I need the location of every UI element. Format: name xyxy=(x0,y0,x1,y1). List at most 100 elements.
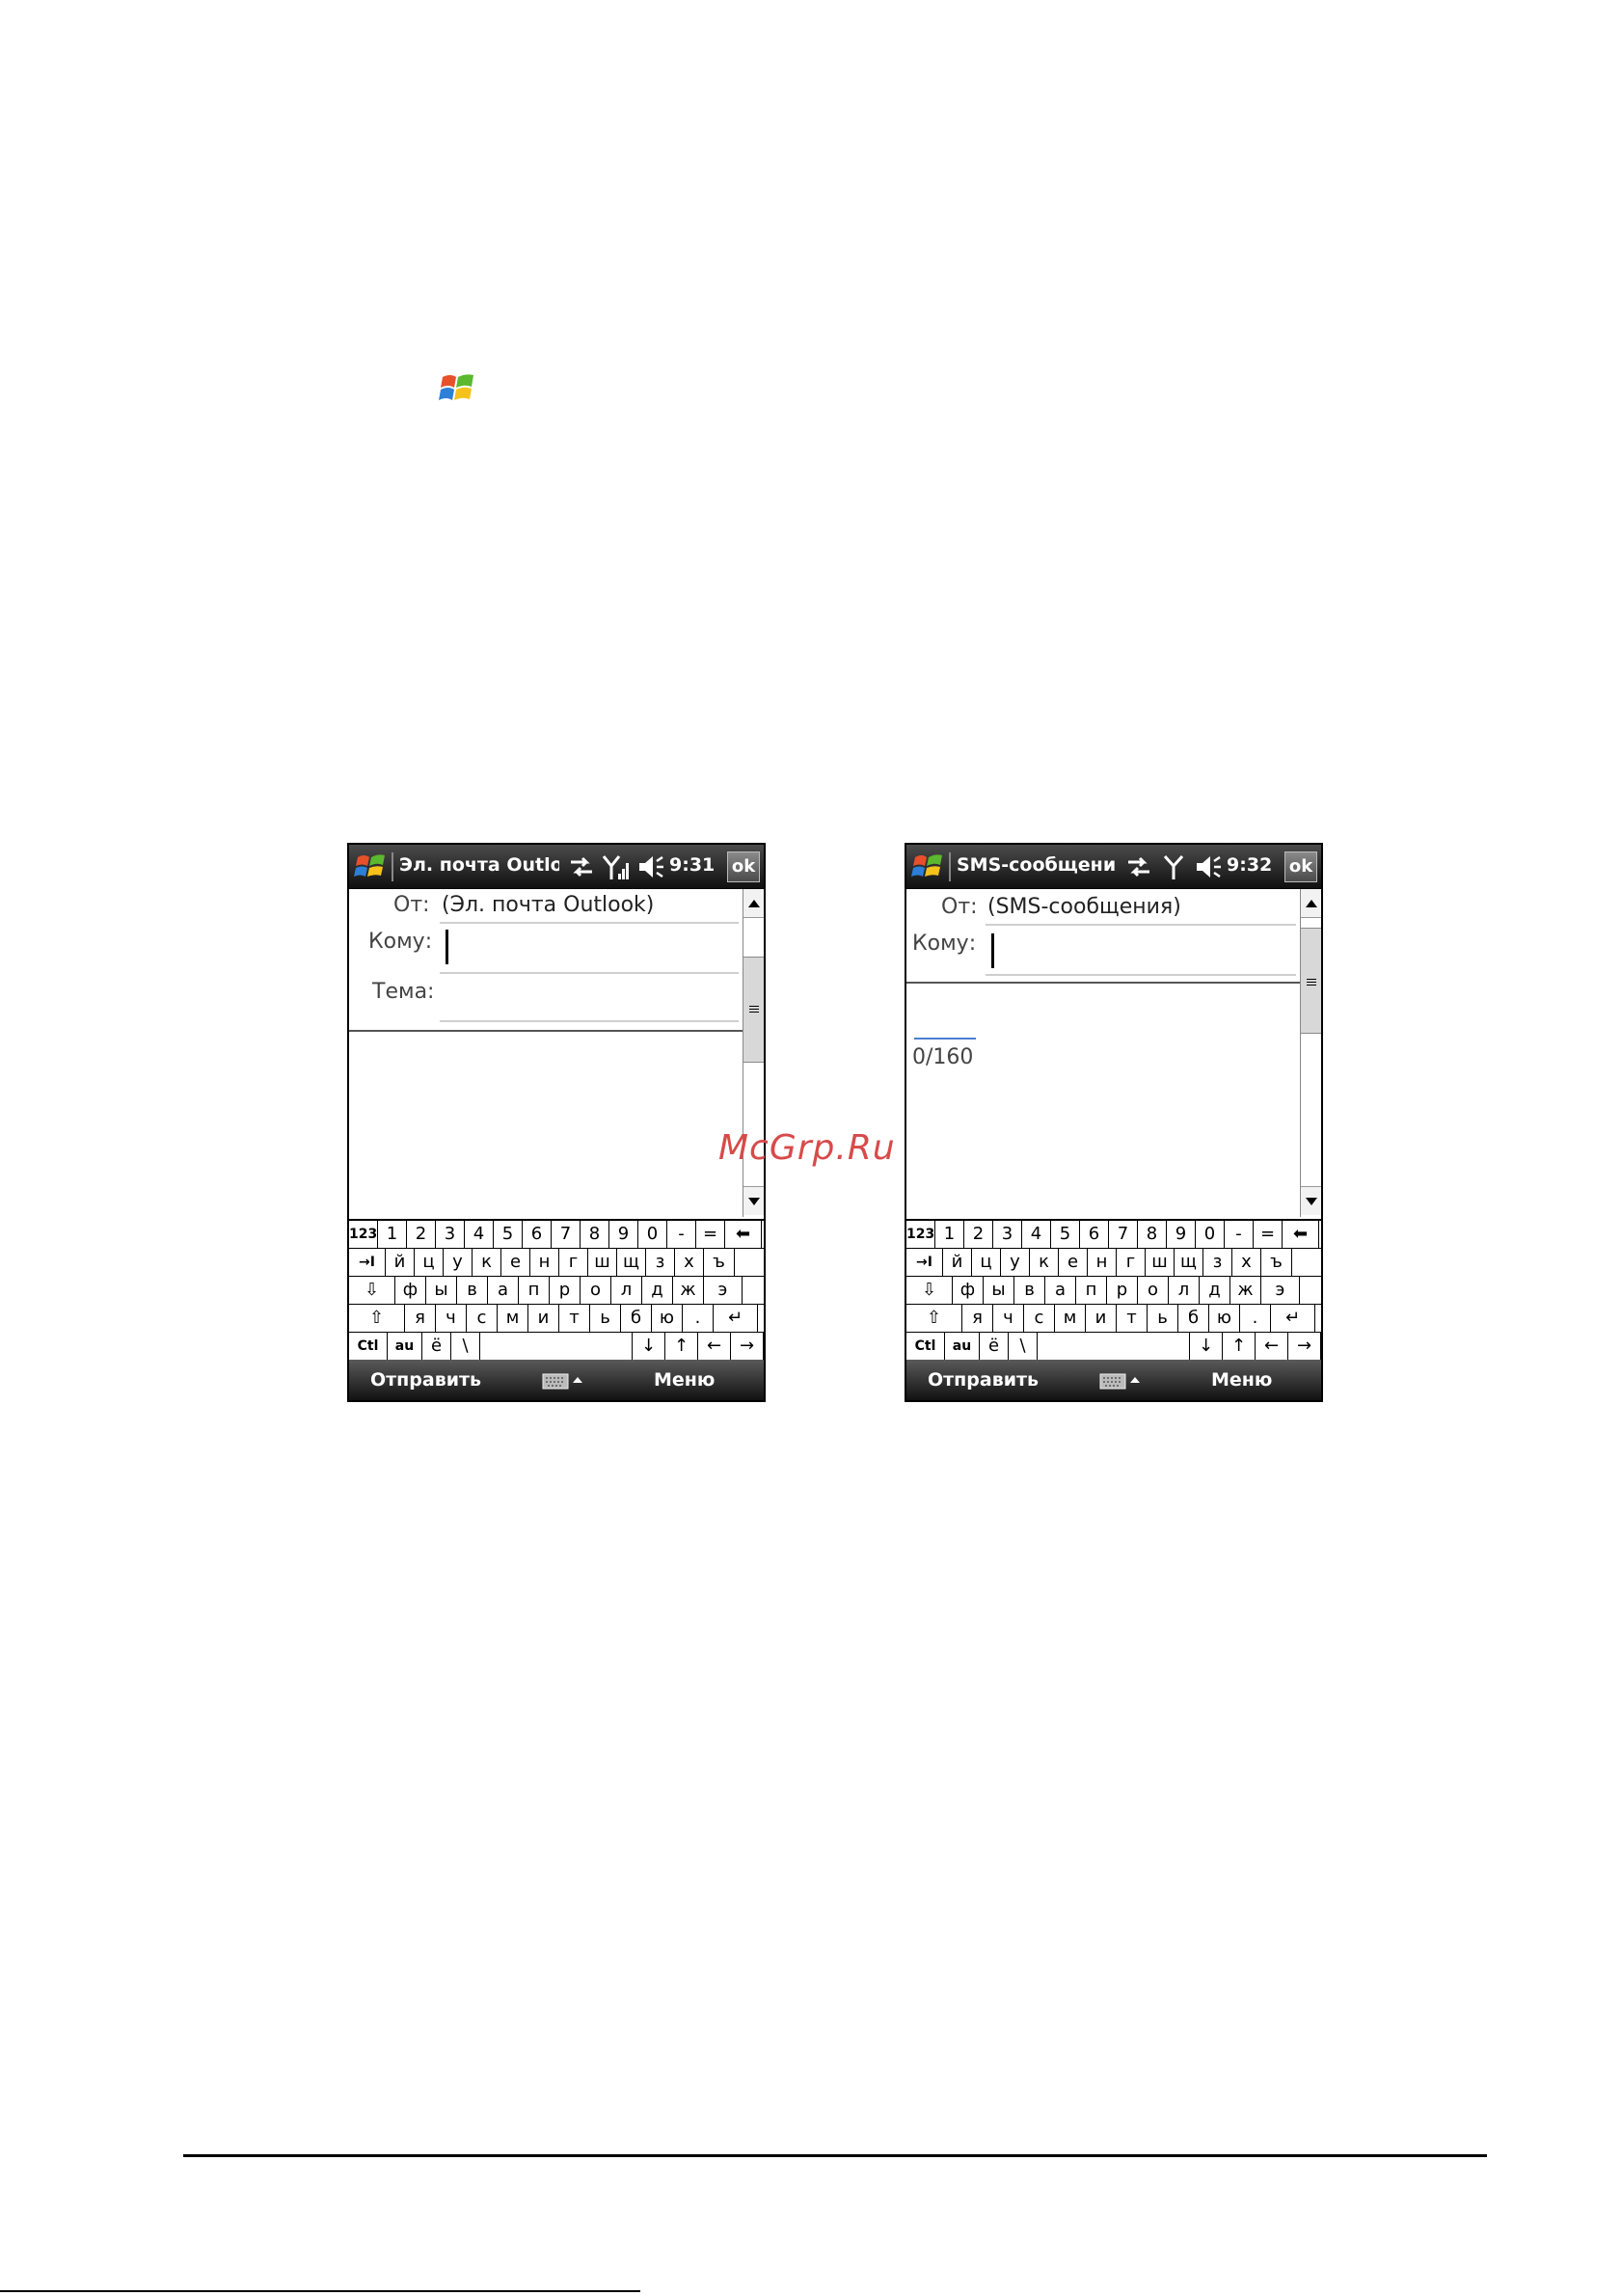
keyboard-key[interactable]: 9 xyxy=(609,1221,638,1248)
keyboard-key[interactable]: 9 xyxy=(1167,1221,1196,1248)
keyboard-key[interactable]: 2 xyxy=(964,1221,993,1248)
keyboard-key[interactable]: р xyxy=(550,1277,581,1304)
keyboard-key[interactable]: 8 xyxy=(1138,1221,1167,1248)
subject-field[interactable] xyxy=(440,1020,739,1022)
keyboard-key[interactable]: 8 xyxy=(581,1221,609,1248)
keyboard-key[interactable]: ъ xyxy=(704,1249,735,1276)
keyboard-key[interactable]: х xyxy=(1232,1249,1261,1276)
keyboard-key[interactable]: 0 xyxy=(1196,1221,1225,1248)
signal-icon[interactable] xyxy=(602,852,631,881)
keyboard-key[interactable]: а xyxy=(1045,1277,1076,1304)
keyboard-key[interactable]: щ xyxy=(1175,1249,1203,1276)
keyboard-key[interactable]: ч xyxy=(436,1305,467,1332)
keyboard-key[interactable]: au xyxy=(945,1333,980,1360)
keyboard-key[interactable]: 3 xyxy=(993,1221,1022,1248)
keyboard-key[interactable]: →I xyxy=(906,1249,943,1276)
keyboard-key[interactable]: х xyxy=(675,1249,704,1276)
keyboard-key[interactable]: ж xyxy=(673,1277,704,1304)
keyboard-key[interactable]: с xyxy=(1024,1305,1055,1332)
keyboard-key[interactable]: = xyxy=(696,1221,725,1248)
keyboard-key[interactable]: ф xyxy=(395,1277,426,1304)
scroll-down-arrow[interactable] xyxy=(1301,1186,1321,1215)
keyboard-key[interactable]: \ xyxy=(451,1333,480,1360)
ok-button[interactable]: ok xyxy=(727,851,760,882)
menu-softkey[interactable]: Меню xyxy=(1211,1369,1272,1391)
keyboard-key[interactable]: 3 xyxy=(436,1221,465,1248)
scroll-thumb[interactable] xyxy=(1301,928,1321,1034)
keyboard-key[interactable]: ю xyxy=(1209,1305,1240,1332)
keyboard-key[interactable]: й xyxy=(943,1249,972,1276)
keyboard-input-icon[interactable] xyxy=(542,1371,584,1391)
antenna-icon[interactable] xyxy=(1159,852,1188,881)
keyboard-key[interactable]: п xyxy=(519,1277,550,1304)
windows-start-icon[interactable] xyxy=(910,851,947,883)
message-body-field[interactable] xyxy=(349,1032,743,1217)
keyboard-key[interactable]: ь xyxy=(590,1305,621,1332)
keyboard-key[interactable]: ж xyxy=(1230,1277,1261,1304)
keyboard-key[interactable]: 1 xyxy=(935,1221,964,1248)
keyboard-key[interactable]: л xyxy=(611,1277,642,1304)
keyboard-key[interactable]: ← xyxy=(698,1333,731,1360)
keyboard-key[interactable]: я xyxy=(962,1305,993,1332)
keyboard-key[interactable]: - xyxy=(667,1221,696,1248)
keyboard-key[interactable]: и xyxy=(1086,1305,1117,1332)
keyboard-key[interactable]: . xyxy=(1240,1305,1271,1332)
keyboard-key[interactable]: л xyxy=(1169,1277,1200,1304)
keyboard-key[interactable]: Ctl xyxy=(349,1333,388,1360)
keyboard-key[interactable]: т xyxy=(1117,1305,1148,1332)
keyboard-key[interactable]: ъ xyxy=(1261,1249,1292,1276)
keyboard-key[interactable]: ⇧ xyxy=(349,1305,405,1332)
keyboard-key[interactable]: ь xyxy=(1148,1305,1178,1332)
keyboard-key[interactable]: ↵ xyxy=(1271,1305,1315,1332)
keyboard-key[interactable]: к xyxy=(473,1249,501,1276)
keyboard-key[interactable]: о xyxy=(581,1277,611,1304)
keyboard-key[interactable]: → xyxy=(1288,1333,1321,1360)
keyboard-key[interactable]: au xyxy=(388,1333,422,1360)
keyboard-key[interactable]: в xyxy=(1014,1277,1045,1304)
connectivity-icon[interactable] xyxy=(1124,854,1153,879)
volume-icon[interactable] xyxy=(1194,853,1223,880)
keyboard-key[interactable]: ш xyxy=(588,1249,617,1276)
keyboard-key[interactable]: к xyxy=(1030,1249,1059,1276)
keyboard-key[interactable]: ↑ xyxy=(1223,1333,1256,1360)
keyboard-key[interactable]: р xyxy=(1107,1277,1138,1304)
keyboard-key[interactable]: м xyxy=(498,1305,528,1332)
windows-start-icon[interactable] xyxy=(353,851,390,883)
keyboard-key[interactable]: ← xyxy=(1256,1333,1288,1360)
keyboard-key[interactable]: 123 xyxy=(349,1221,378,1248)
keyboard-key[interactable]: 2 xyxy=(407,1221,436,1248)
keyboard-key[interactable]: 6 xyxy=(1080,1221,1109,1248)
scroll-up-arrow[interactable] xyxy=(1301,889,1321,918)
keyboard-key[interactable]: →I xyxy=(349,1249,386,1276)
keyboard-key[interactable]: у xyxy=(1001,1249,1030,1276)
keyboard-key[interactable]: ⬅ xyxy=(1283,1221,1319,1248)
keyboard-key[interactable]: ↵ xyxy=(714,1305,758,1332)
keyboard-key[interactable]: → xyxy=(731,1333,764,1360)
keyboard-key[interactable]: п xyxy=(1076,1277,1107,1304)
keyboard-key[interactable]: ↓ xyxy=(1190,1333,1223,1360)
keyboard-input-icon[interactable] xyxy=(1099,1371,1142,1391)
connectivity-icon[interactable] xyxy=(567,854,596,879)
keyboard-key[interactable]: з xyxy=(1203,1249,1232,1276)
keyboard-key[interactable]: ↓ xyxy=(633,1333,665,1360)
keyboard-key[interactable]: 5 xyxy=(494,1221,523,1248)
keyboard-key[interactable]: е xyxy=(501,1249,530,1276)
keyboard-key[interactable]: Ctl xyxy=(906,1333,945,1360)
ok-button[interactable]: ok xyxy=(1284,851,1317,882)
keyboard-key[interactable]: и xyxy=(528,1305,559,1332)
keyboard-key[interactable]: ц xyxy=(415,1249,444,1276)
keyboard-key[interactable]: 0 xyxy=(638,1221,667,1248)
keyboard-key[interactable]: 1 xyxy=(378,1221,407,1248)
space-key[interactable] xyxy=(1038,1333,1190,1360)
from-account-selector[interactable]: (Эл. почта Outlook) xyxy=(442,893,654,917)
keyboard-key[interactable]: 4 xyxy=(465,1221,494,1248)
keyboard-key[interactable]: о xyxy=(1138,1277,1169,1304)
keyboard-key[interactable]: ы xyxy=(984,1277,1014,1304)
scroll-down-arrow[interactable] xyxy=(743,1186,764,1215)
keyboard-key[interactable]: в xyxy=(457,1277,488,1304)
keyboard-key[interactable]: б xyxy=(621,1305,652,1332)
keyboard-key[interactable]: э xyxy=(704,1277,743,1304)
keyboard-key[interactable]: н xyxy=(530,1249,559,1276)
to-field[interactable] xyxy=(991,933,994,968)
keyboard-key[interactable]: д xyxy=(1200,1277,1230,1304)
